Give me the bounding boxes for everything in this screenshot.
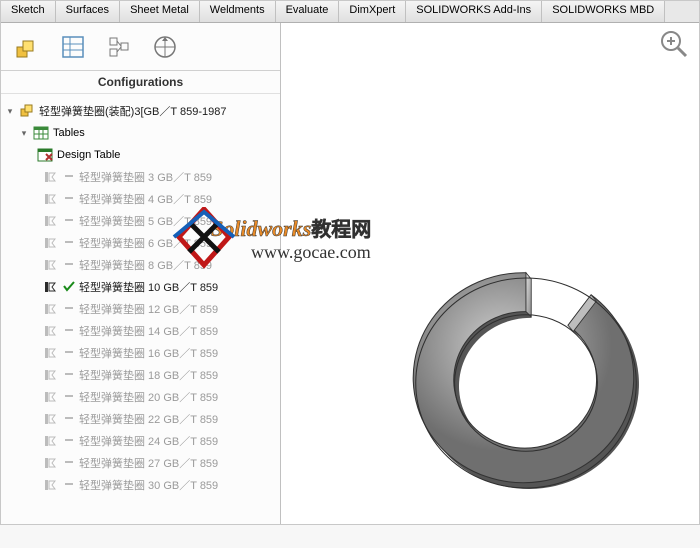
dash-icon <box>63 324 75 339</box>
dash-icon <box>63 170 75 185</box>
config-row[interactable]: 轻型弹簧垫圈 8 GB／T 859 <box>5 254 280 276</box>
config-row[interactable]: 轻型弹簧垫圈 6 GB／T 859 <box>5 232 280 254</box>
config-label: 轻型弹簧垫圈 12 GB／T 859 <box>79 301 218 317</box>
design-table-label: Design Table <box>57 149 120 161</box>
config-label: 轻型弹簧垫圈 20 GB／T 859 <box>79 389 218 405</box>
tab-solidworks-mbd[interactable]: SOLIDWORKS MBD <box>542 1 665 22</box>
dash-icon <box>63 456 75 471</box>
dash-icon <box>63 390 75 405</box>
dash-icon <box>63 258 75 273</box>
config-label: 轻型弹簧垫圈 10 GB／T 859 <box>79 279 218 295</box>
config-label: 轻型弹簧垫圈 18 GB／T 859 <box>79 367 218 383</box>
config-inactive-icon <box>45 434 59 448</box>
dash-icon <box>63 214 75 229</box>
config-inactive-icon <box>45 324 59 338</box>
check-icon <box>63 280 75 295</box>
config-panel: Configurations ▾ 轻型弹簧垫圈(装配)3[GB／T 859-19… <box>1 23 281 524</box>
config-label: 轻型弹簧垫圈 24 GB／T 859 <box>79 433 218 449</box>
model-viewport[interactable]: Solidworks教程网 www.gocae.com <box>281 23 699 524</box>
tab-surfaces[interactable]: Surfaces <box>56 1 120 22</box>
config-inactive-icon <box>45 214 59 228</box>
part-icon <box>19 103 35 119</box>
tab-sheet-metal[interactable]: Sheet Metal <box>120 1 200 22</box>
tab-dimxpert[interactable]: DimXpert <box>339 1 406 22</box>
config-inactive-icon <box>45 236 59 250</box>
dash-icon <box>63 434 75 449</box>
dash-icon <box>63 368 75 383</box>
tree-root[interactable]: ▾ 轻型弹簧垫圈(装配)3[GB／T 859-1987 <box>5 100 280 122</box>
config-row[interactable]: 轻型弹簧垫圈 20 GB／T 859 <box>5 386 280 408</box>
config-label: 轻型弹簧垫圈 14 GB／T 859 <box>79 323 218 339</box>
config-inactive-icon <box>45 258 59 272</box>
property-manager-button[interactable] <box>57 31 89 63</box>
main-area: Configurations ▾ 轻型弹簧垫圈(装配)3[GB／T 859-19… <box>1 23 699 524</box>
config-label: 轻型弹簧垫圈 4 GB／T 859 <box>79 191 212 207</box>
config-row[interactable]: 轻型弹簧垫圈 22 GB／T 859 <box>5 408 280 430</box>
dash-icon <box>63 302 75 317</box>
config-label: 轻型弹簧垫圈 30 GB／T 859 <box>79 477 218 493</box>
config-label: 轻型弹簧垫圈 6 GB／T 859 <box>79 235 212 251</box>
tab-sketch[interactable]: Sketch <box>1 1 56 22</box>
tab-evaluate[interactable]: Evaluate <box>276 1 340 22</box>
tab-weldments[interactable]: Weldments <box>200 1 276 22</box>
config-row[interactable]: 轻型弹簧垫圈 24 GB／T 859 <box>5 430 280 452</box>
config-inactive-icon <box>45 478 59 492</box>
config-row[interactable]: 轻型弹簧垫圈 5 GB／T 859 <box>5 210 280 232</box>
dimxpert-manager-button[interactable] <box>149 31 181 63</box>
config-inactive-icon <box>45 346 59 360</box>
config-active-icon <box>45 280 59 294</box>
config-inactive-icon <box>45 368 59 382</box>
design-table-node[interactable]: Design Table <box>5 144 280 166</box>
config-manager-button[interactable] <box>103 31 135 63</box>
config-row[interactable]: 轻型弹簧垫圈 14 GB／T 859 <box>5 320 280 342</box>
config-row[interactable]: 轻型弹簧垫圈 16 GB／T 859 <box>5 342 280 364</box>
dash-icon <box>63 478 75 493</box>
config-inactive-icon <box>45 390 59 404</box>
panel-title: Configurations <box>1 71 280 94</box>
config-label: 轻型弹簧垫圈 8 GB／T 859 <box>79 257 212 273</box>
config-row[interactable]: 轻型弹簧垫圈 10 GB／T 859 <box>5 276 280 298</box>
config-row[interactable]: 轻型弹簧垫圈 4 GB／T 859 <box>5 188 280 210</box>
config-row[interactable]: 轻型弹簧垫圈 30 GB／T 859 <box>5 474 280 496</box>
dash-icon <box>63 192 75 207</box>
config-label: 轻型弹簧垫圈 5 GB／T 859 <box>79 213 212 229</box>
config-label: 轻型弹簧垫圈 16 GB／T 859 <box>79 345 218 361</box>
table-icon <box>33 125 49 141</box>
model-render <box>281 23 700 548</box>
tables-node[interactable]: ▾ Tables <box>5 122 280 144</box>
panel-toolbar <box>1 23 280 71</box>
config-row[interactable]: 轻型弹簧垫圈 12 GB／T 859 <box>5 298 280 320</box>
config-inactive-icon <box>45 456 59 470</box>
config-label: 轻型弹簧垫圈 27 GB／T 859 <box>79 455 218 471</box>
config-inactive-icon <box>45 192 59 206</box>
feature-manager-button[interactable] <box>11 31 43 63</box>
config-row[interactable]: 轻型弹簧垫圈 3 GB／T 859 <box>5 166 280 188</box>
tab-solidworks-add-ins[interactable]: SOLIDWORKS Add-Ins <box>406 1 542 22</box>
expand-icon[interactable]: ▾ <box>19 128 29 138</box>
command-tab-bar: SketchSurfacesSheet MetalWeldmentsEvalua… <box>1 1 699 23</box>
config-label: 轻型弹簧垫圈 3 GB／T 859 <box>79 169 212 185</box>
config-label: 轻型弹簧垫圈 22 GB／T 859 <box>79 411 218 427</box>
config-inactive-icon <box>45 412 59 426</box>
dash-icon <box>63 346 75 361</box>
dash-icon <box>63 236 75 251</box>
design-table-icon <box>37 147 53 163</box>
dash-icon <box>63 412 75 427</box>
config-row[interactable]: 轻型弹簧垫圈 18 GB／T 859 <box>5 364 280 386</box>
root-label: 轻型弹簧垫圈(装配)3[GB／T 859-1987 <box>39 103 226 119</box>
config-tree: ▾ 轻型弹簧垫圈(装配)3[GB／T 859-1987 ▾ Tables Des… <box>1 94 280 524</box>
config-inactive-icon <box>45 170 59 184</box>
config-inactive-icon <box>45 302 59 316</box>
config-row[interactable]: 轻型弹簧垫圈 27 GB／T 859 <box>5 452 280 474</box>
expand-icon[interactable]: ▾ <box>5 106 15 116</box>
tables-label: Tables <box>53 127 85 139</box>
